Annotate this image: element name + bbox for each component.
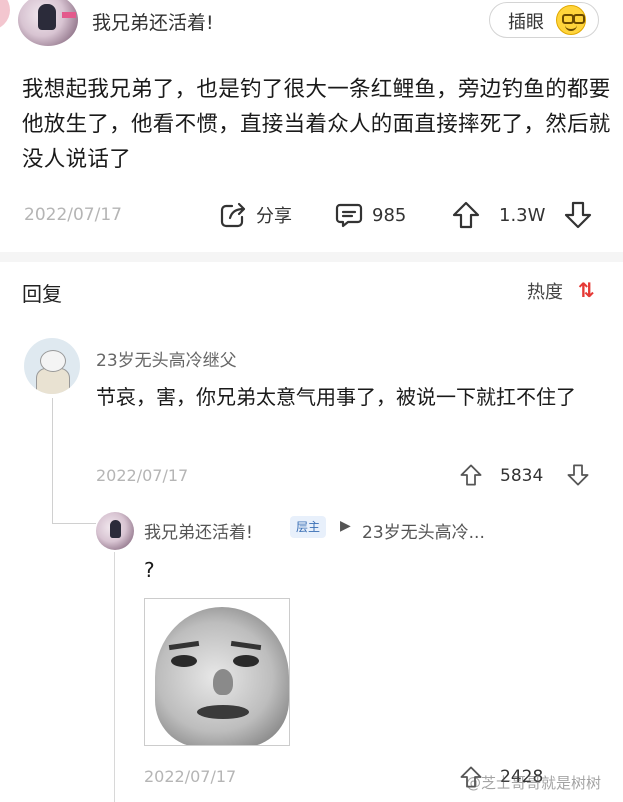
section-divider (0, 252, 623, 262)
downvote-arrow-icon (564, 201, 592, 229)
comment-text: 节哀，害，你兄弟太意气用事了，被说一下就扛不住了 (96, 385, 576, 409)
thread-connector (52, 523, 96, 524)
sort-by-hot-label[interactable]: 热度 (527, 278, 563, 304)
comment-date: 2022/07/17 (96, 466, 189, 485)
upvote-arrow-icon (452, 201, 480, 229)
insert-button-label: 插眼 (508, 12, 544, 33)
post-username[interactable]: 我兄弟还活着! (92, 8, 214, 35)
comment-icon (335, 203, 363, 228)
smiling-face-icon (556, 5, 586, 35)
upvote-count: 1.3W (499, 204, 546, 226)
meme-image[interactable] (144, 598, 290, 746)
upvote-arrow-icon (460, 464, 482, 486)
comment-button[interactable]: 985 (334, 198, 406, 232)
reply-text: ? (144, 558, 155, 582)
avatar[interactable] (96, 512, 134, 550)
reply-to-arrow-icon: ▶ (340, 518, 351, 534)
reply-target-username[interactable]: 23岁无头高冷... (362, 518, 485, 543)
avatar[interactable] (18, 0, 78, 46)
reply-date: 2022/07/17 (144, 767, 237, 786)
watermark: @芝士哥哥就是树树 (466, 774, 602, 792)
avatar[interactable] (24, 338, 80, 394)
bookmark-insert-button[interactable]: 插眼 (489, 2, 599, 38)
comment-count: 985 (372, 204, 407, 226)
upvote-button[interactable]: 1.3W (451, 198, 545, 232)
post-body-text: 我想起我兄弟了，也是钓了很大一条红鲤鱼，旁边钓鱼的都要他放生了，他看不惯，直接当… (22, 77, 611, 172)
post-date: 2022/07/17 (24, 205, 122, 225)
share-button[interactable]: 分享 (218, 198, 292, 232)
thread-line (52, 398, 53, 523)
comment-username[interactable]: 23岁无头高冷继父 (96, 346, 237, 371)
comment-upvote-count: 5834 (500, 466, 544, 486)
thread-line (114, 552, 115, 802)
sort-toggle-icon[interactable]: ⇅ (578, 278, 595, 302)
share-icon (220, 202, 246, 228)
op-badge: 层主 (290, 516, 327, 538)
replies-title: 回复 (22, 282, 62, 306)
partial-avatar-edge (0, 0, 10, 30)
comment-upvote-button[interactable] (459, 462, 483, 488)
downvote-arrow-icon (567, 464, 589, 486)
reply-username[interactable]: 我兄弟还活着! (144, 518, 253, 543)
share-label: 分享 (256, 206, 292, 227)
downvote-button[interactable] (563, 198, 593, 232)
comment-downvote-button[interactable] (566, 462, 590, 488)
